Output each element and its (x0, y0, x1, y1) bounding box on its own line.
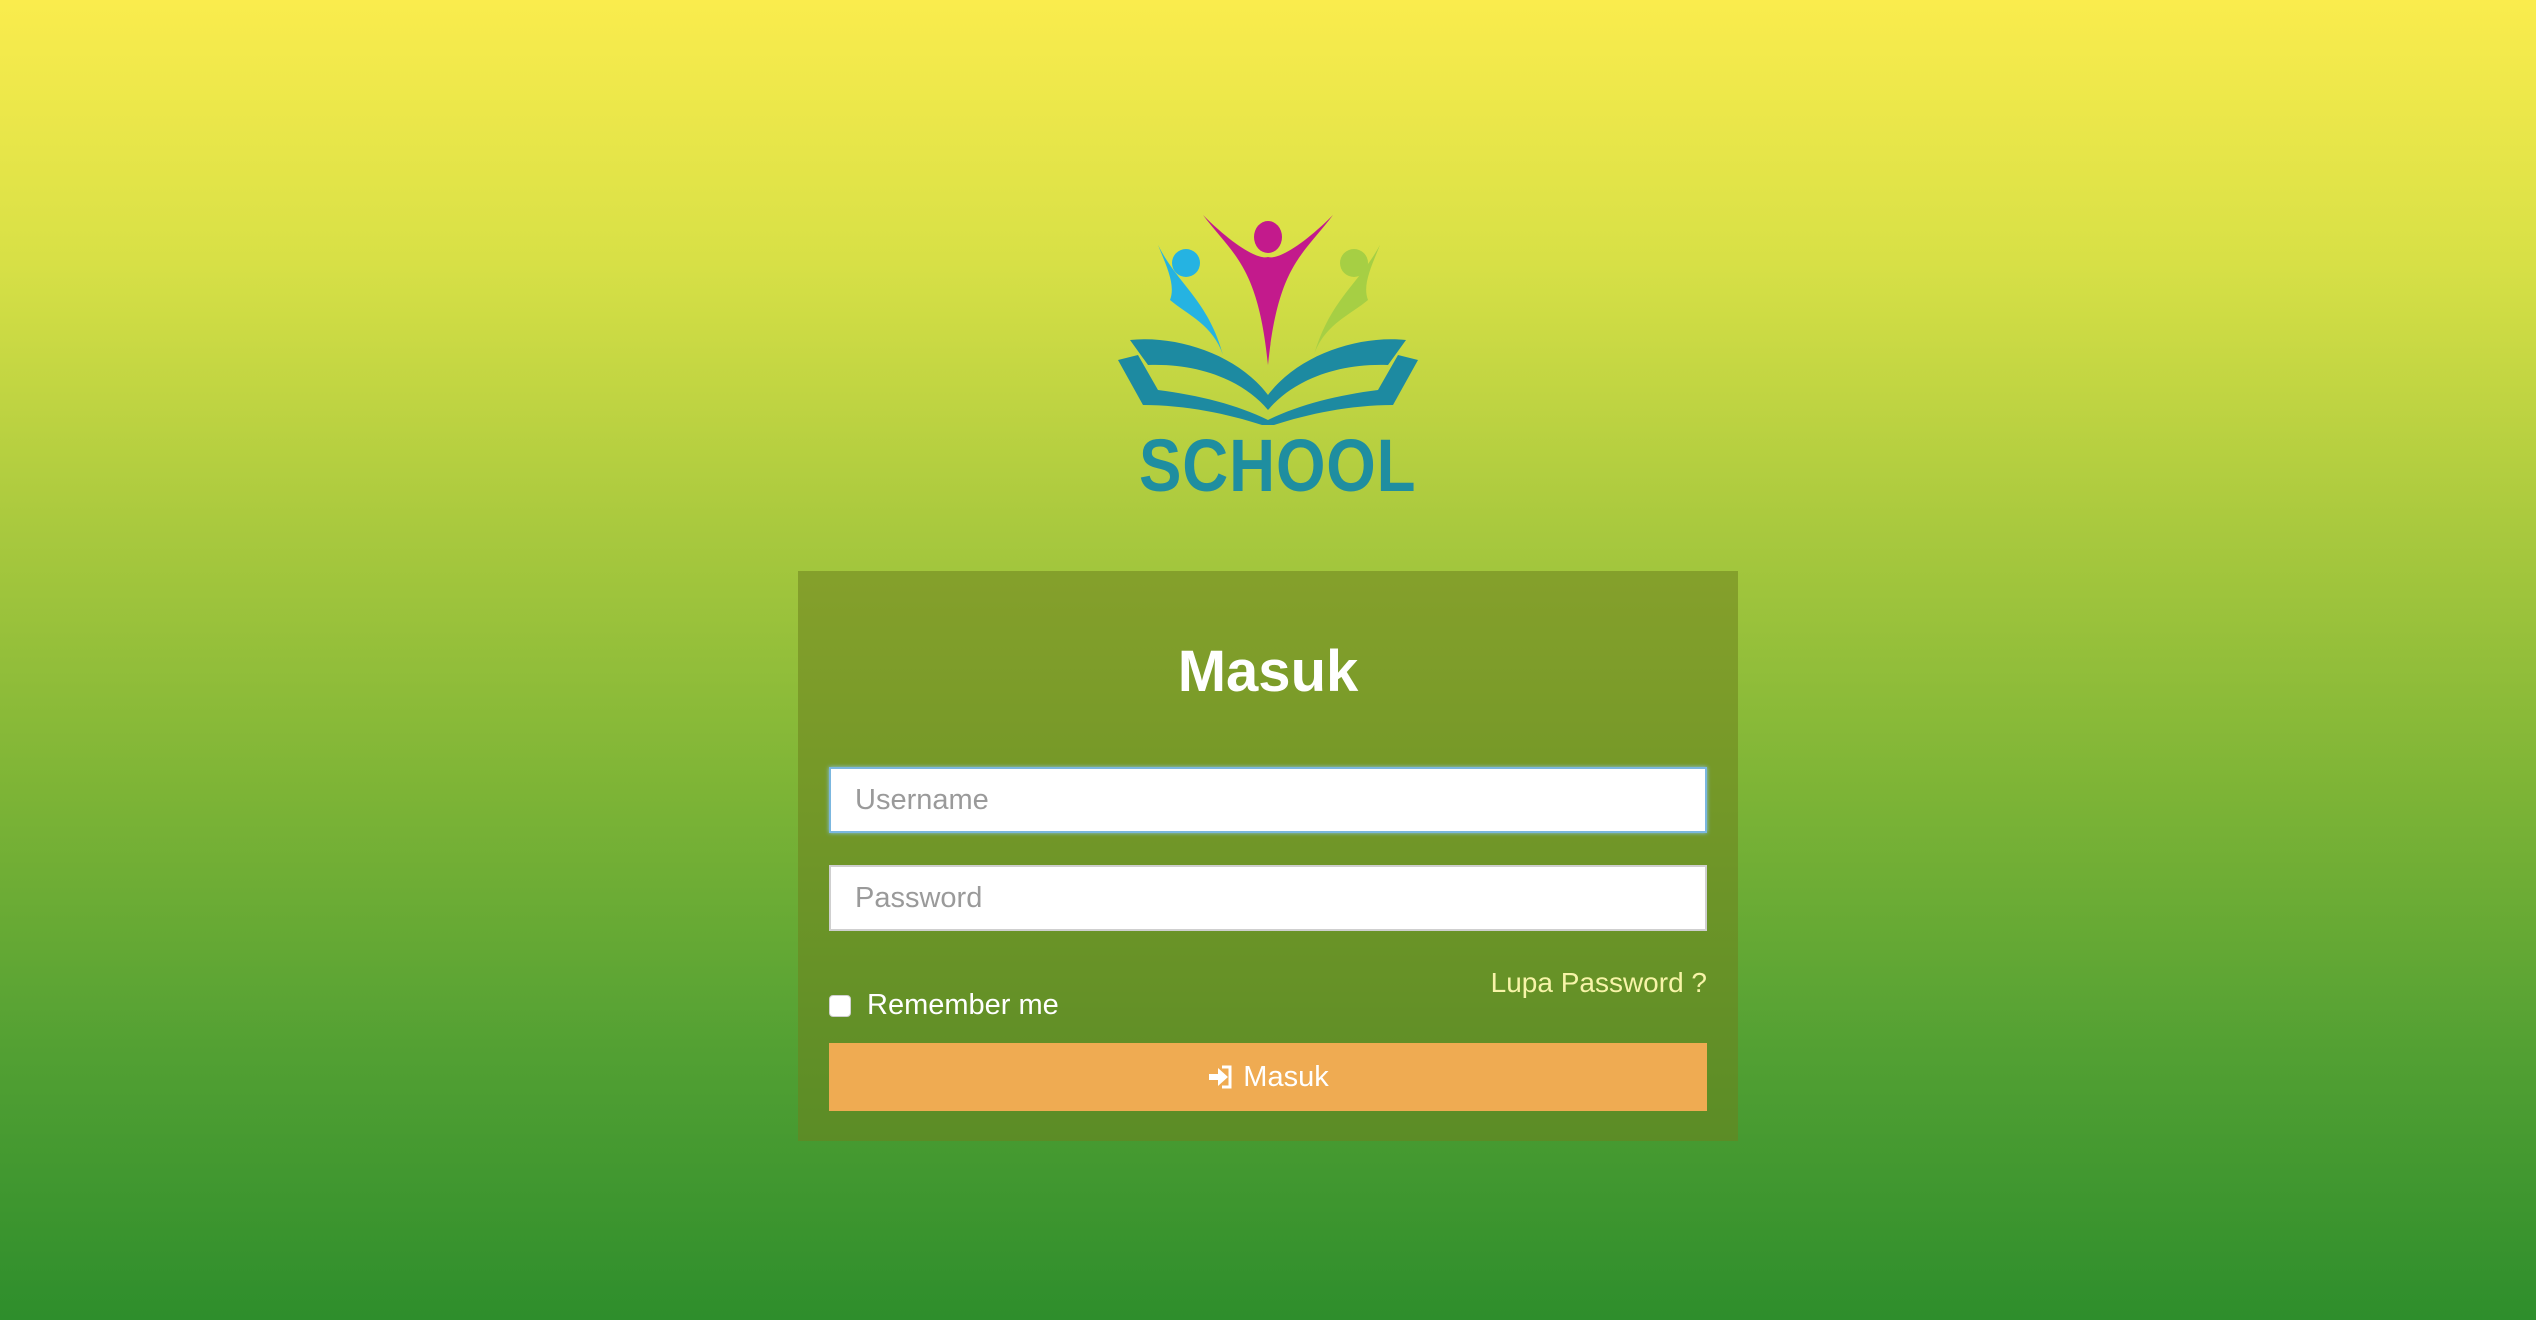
logo-text: SCHOOL (1139, 424, 1417, 507)
remember-me-checkbox[interactable] (829, 994, 851, 1017)
username-input[interactable] (829, 767, 1707, 833)
school-logo: SCHOOL (1118, 205, 1418, 507)
remember-me-label: Remember me (867, 989, 1059, 1021)
login-panel: Masuk Lupa Password ? Remember me Masuk (798, 571, 1738, 1141)
school-logo-icon (1118, 215, 1418, 425)
forgot-password-link[interactable]: Lupa Password ? (1491, 967, 1707, 999)
login-button[interactable]: Masuk (829, 1043, 1707, 1111)
remember-me[interactable]: Remember me (829, 989, 1059, 1022)
password-input[interactable] (829, 865, 1707, 931)
sign-in-icon (1209, 1065, 1232, 1089)
login-button-label: Masuk (1243, 1060, 1329, 1093)
login-title: Masuk (1177, 639, 1359, 704)
